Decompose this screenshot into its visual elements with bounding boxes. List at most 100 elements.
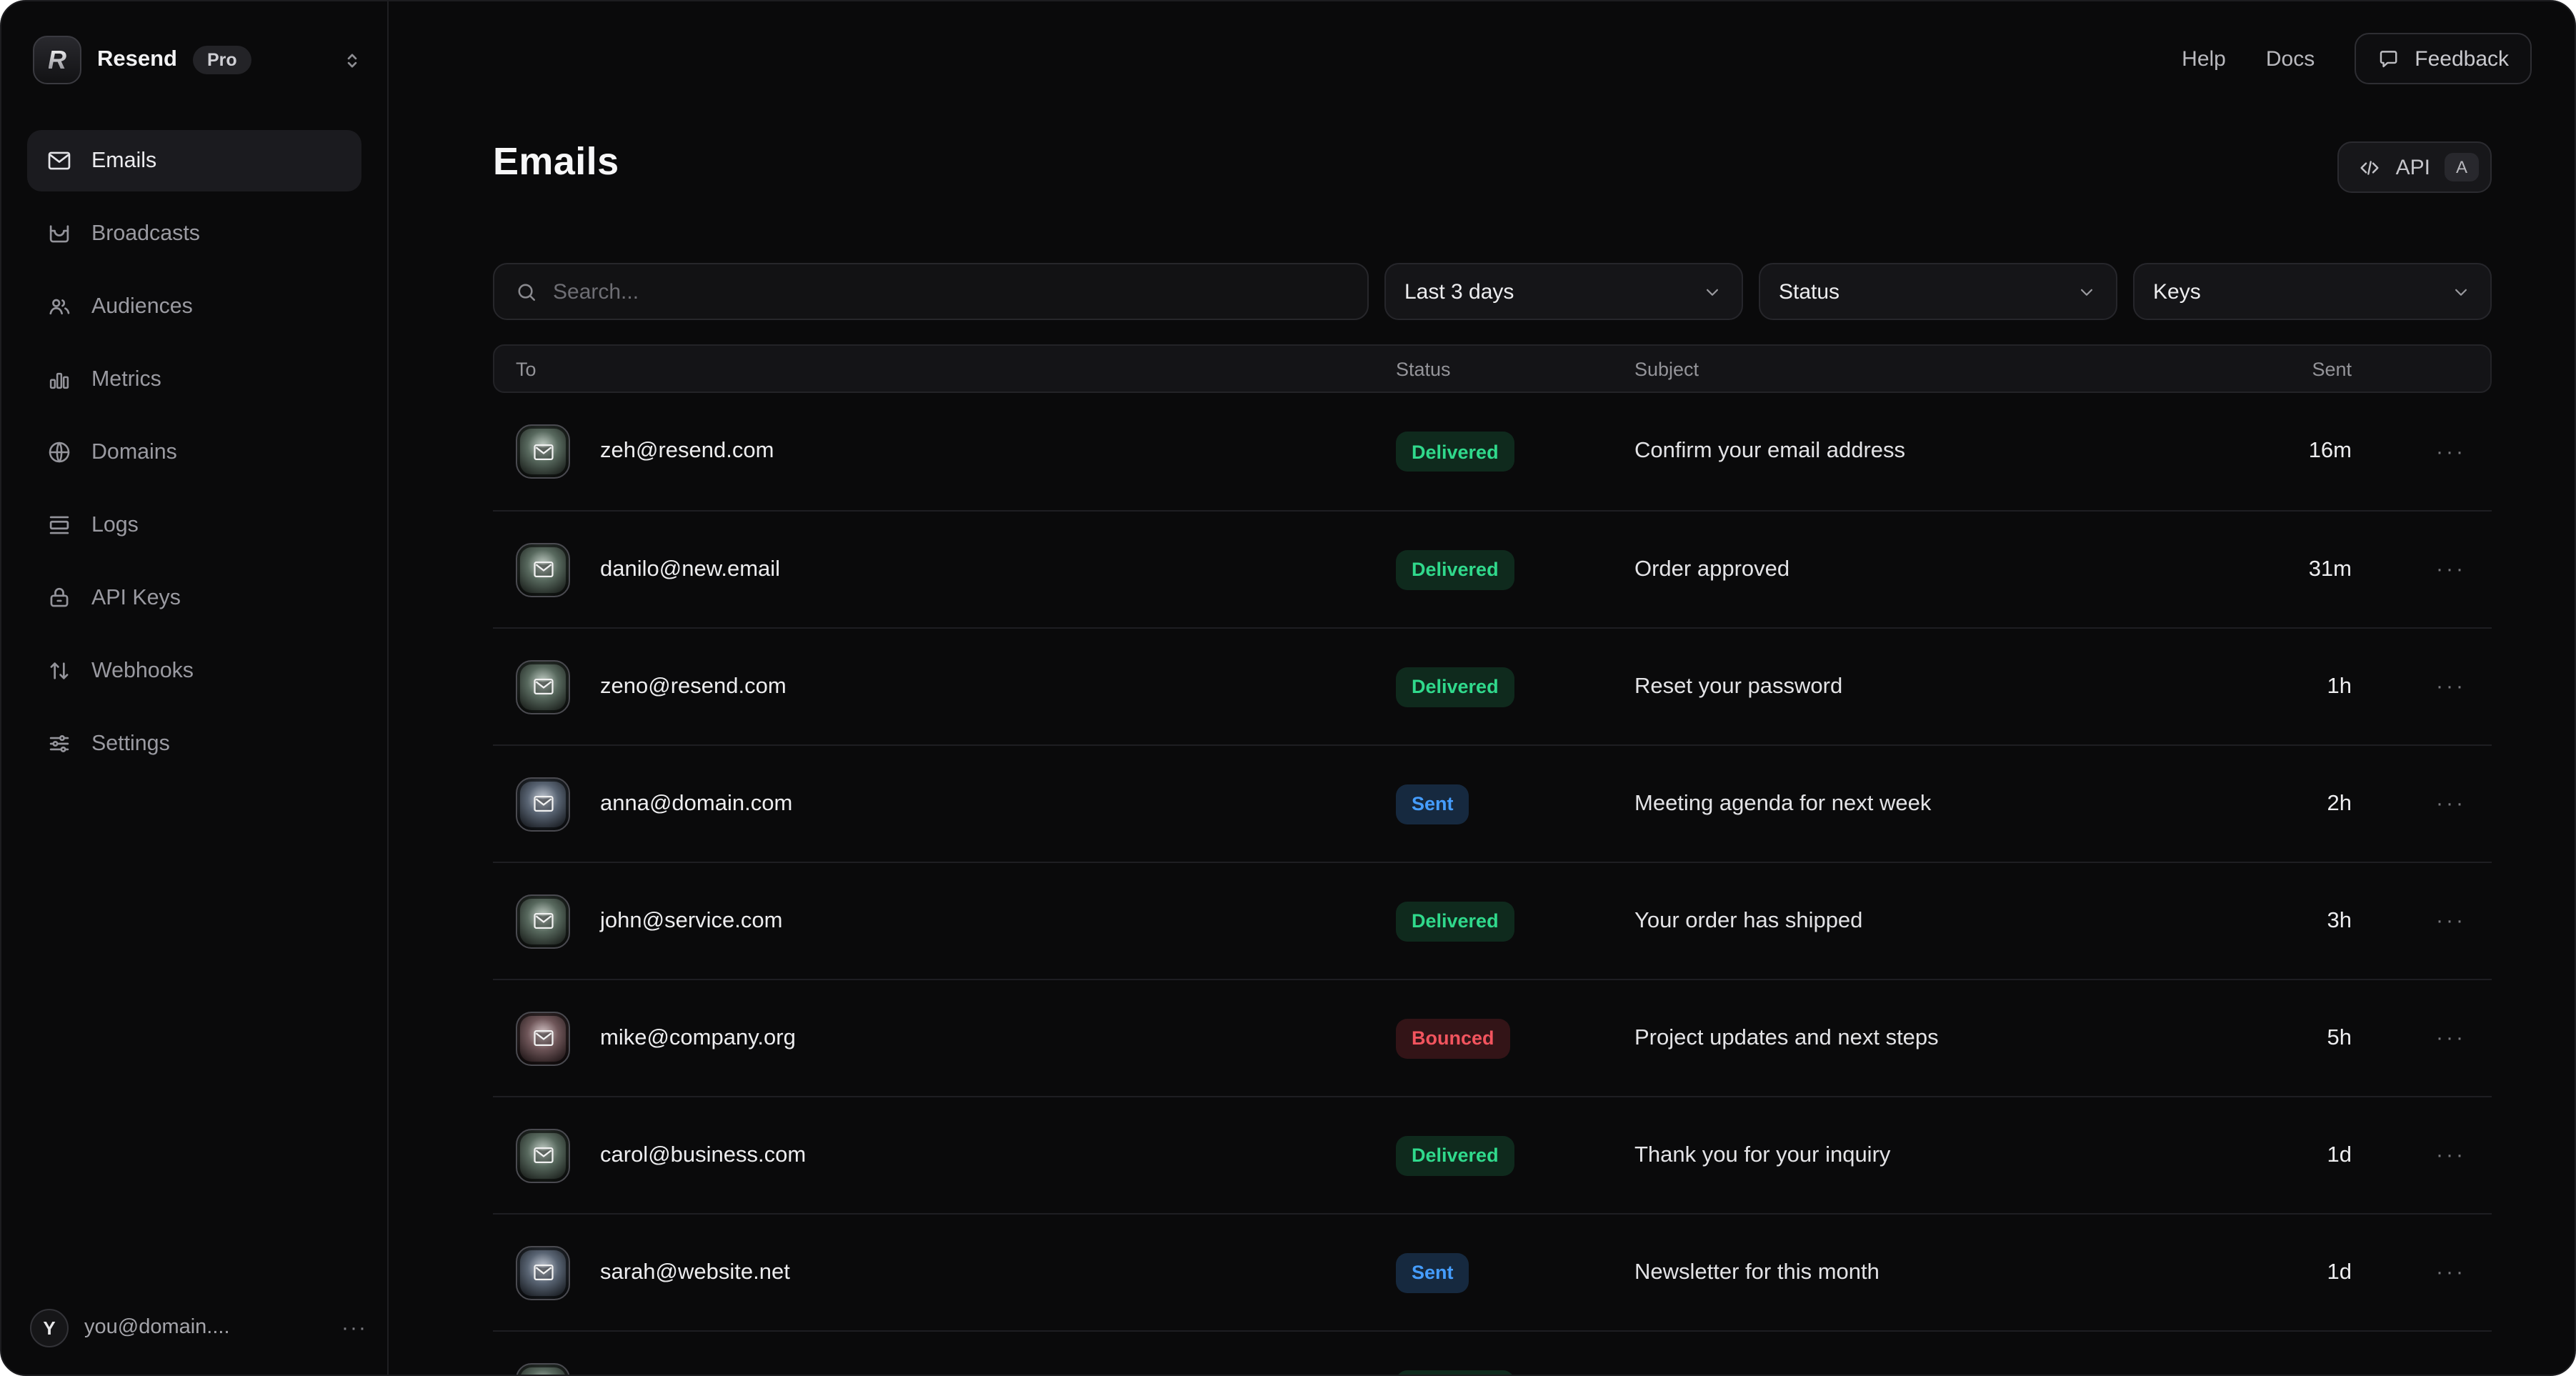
chevron-down-icon xyxy=(1702,281,1723,302)
email-subject: Your order has shipped xyxy=(1634,908,2177,934)
row-menu-ellipsis-icon[interactable]: ··· xyxy=(2352,557,2469,582)
workspace-switcher[interactable]: R Resend Pro xyxy=(33,33,364,87)
sent-time: 31m xyxy=(2177,557,2352,582)
globe-icon xyxy=(46,439,73,466)
sidebar-item-metrics[interactable]: Metrics xyxy=(27,349,361,410)
avatar: Y xyxy=(30,1308,69,1347)
topbar: Help Docs Feedback xyxy=(2182,33,2532,84)
column-header-sent: Sent xyxy=(2177,358,2352,379)
filters-bar: Last 3 days Status Keys xyxy=(493,263,2492,320)
table-header: To Status Subject Sent xyxy=(493,344,2492,393)
user-menu-ellipsis-icon[interactable]: ··· xyxy=(341,1315,367,1340)
status-badge: Delivered xyxy=(1396,901,1514,941)
chevrons-up-down-icon[interactable] xyxy=(340,48,364,72)
sidebar-item-label: Webhooks xyxy=(91,659,194,683)
email-subject: Confirm your email address xyxy=(1634,439,2177,464)
row-menu-ellipsis-icon[interactable]: ··· xyxy=(2352,439,2469,464)
table-row-partial[interactable]: Delivered xyxy=(493,1330,2492,1376)
envelope-icon xyxy=(516,1011,570,1065)
sidebar-item-settings[interactable]: Settings xyxy=(27,713,361,774)
envelope-icon xyxy=(516,1128,570,1182)
sliders-icon xyxy=(46,730,73,757)
status-badge: Delivered xyxy=(1396,667,1514,707)
sidebar-item-webhooks[interactable]: Webhooks xyxy=(27,640,361,702)
email-subject: Project updates and next steps xyxy=(1634,1025,2177,1051)
users-icon xyxy=(46,293,73,320)
user-email: you@domain.... xyxy=(84,1316,230,1339)
sidebar-item-label: Broadcasts xyxy=(91,221,200,246)
row-menu-ellipsis-icon[interactable]: ··· xyxy=(2352,674,2469,699)
envelope-icon xyxy=(516,659,570,714)
envelope-icon xyxy=(516,1362,570,1376)
table-row[interactable]: zeh@resend.com Delivered Confirm your em… xyxy=(493,393,2492,510)
recipient-email: john@service.com xyxy=(570,908,1396,934)
recipient-email: anna@domain.com xyxy=(570,791,1396,817)
column-header-status: Status xyxy=(1396,358,1634,379)
sent-time: 1d xyxy=(2177,1260,2352,1285)
email-subject: Order approved xyxy=(1634,557,2177,582)
user-account[interactable]: Y you@domain.... ··· xyxy=(30,1303,367,1352)
recipient-email: zeh@resend.com xyxy=(570,439,1396,464)
recipient-email: danilo@new.email xyxy=(570,557,1396,582)
sidebar-item-broadcasts[interactable]: Broadcasts xyxy=(27,203,361,264)
code-icon xyxy=(2357,155,2382,179)
sent-time: 1d xyxy=(2177,1142,2352,1168)
recipient-email: zeno@resend.com xyxy=(570,674,1396,699)
table-row[interactable]: zeno@resend.com Delivered Reset your pas… xyxy=(493,627,2492,744)
date-range-dropdown[interactable]: Last 3 days xyxy=(1384,263,1743,320)
plan-badge: Pro xyxy=(193,46,251,74)
sent-time: 5h xyxy=(2177,1025,2352,1051)
row-menu-ellipsis-icon[interactable]: ··· xyxy=(2352,909,2469,933)
envelope-icon xyxy=(516,1245,570,1300)
row-menu-ellipsis-icon[interactable]: ··· xyxy=(2352,792,2469,816)
table-row[interactable]: mike@company.org Bounced Project updates… xyxy=(493,979,2492,1096)
api-button[interactable]: API A xyxy=(2337,141,2492,193)
recipient-email: carol@business.com xyxy=(570,1142,1396,1168)
row-menu-ellipsis-icon[interactable]: ··· xyxy=(2352,1026,2469,1050)
sidebar-item-label: API Keys xyxy=(91,586,181,610)
search-icon xyxy=(514,279,539,304)
sidebar-item-logs[interactable]: Logs xyxy=(27,494,361,556)
status-badge: Sent xyxy=(1396,1252,1469,1292)
table-row[interactable]: danilo@new.email Delivered Order approve… xyxy=(493,510,2492,627)
column-header-subject: Subject xyxy=(1634,358,2177,379)
table-row[interactable]: sarah@website.net Sent Newsletter for th… xyxy=(493,1213,2492,1330)
row-menu-ellipsis-icon[interactable]: ··· xyxy=(2352,1260,2469,1285)
sent-time: 1h xyxy=(2177,674,2352,699)
feedback-button[interactable]: Feedback xyxy=(2355,33,2532,84)
speech-bubble-icon xyxy=(2377,46,2402,71)
status-badge: Delivered xyxy=(1396,1370,1514,1376)
search-input[interactable] xyxy=(553,279,1347,304)
sidebar-item-api-keys[interactable]: API Keys xyxy=(27,567,361,629)
email-subject: Meeting agenda for next week xyxy=(1634,791,2177,817)
status-badge: Sent xyxy=(1396,784,1469,824)
sidebar-item-audiences[interactable]: Audiences xyxy=(27,276,361,337)
sidebar-item-emails[interactable]: Emails xyxy=(27,130,361,191)
table-row[interactable]: john@service.com Delivered Your order ha… xyxy=(493,862,2492,979)
row-menu-ellipsis-icon[interactable]: ··· xyxy=(2352,1143,2469,1167)
mail-icon xyxy=(46,147,73,174)
resend-dashboard-window: R Resend Pro Emails Broadcasts Audiences xyxy=(0,0,2576,1376)
docs-link[interactable]: Docs xyxy=(2266,46,2315,71)
email-subject: Reset your password xyxy=(1634,674,2177,699)
keyboard-shortcut-badge: A xyxy=(2445,153,2479,181)
sidebar-item-domains[interactable]: Domains xyxy=(27,422,361,483)
sidebar-nav: Emails Broadcasts Audiences Metrics Doma… xyxy=(27,130,361,786)
status-dropdown[interactable]: Status xyxy=(1759,263,2117,320)
sent-time: 16m xyxy=(2177,439,2352,464)
page-title: Emails xyxy=(493,140,619,184)
table-row[interactable]: carol@business.com Delivered Thank you f… xyxy=(493,1096,2492,1213)
sidebar-item-label: Settings xyxy=(91,732,170,756)
envelope-icon xyxy=(516,777,570,831)
keys-dropdown[interactable]: Keys xyxy=(2133,263,2492,320)
logs-icon xyxy=(46,512,73,539)
envelope-icon xyxy=(516,542,570,597)
status-badge: Bounced xyxy=(1396,1018,1510,1058)
bar-chart-icon xyxy=(46,366,73,393)
help-link[interactable]: Help xyxy=(2182,46,2226,71)
table-row[interactable]: anna@domain.com Sent Meeting agenda for … xyxy=(493,744,2492,862)
sidebar-item-label: Metrics xyxy=(91,367,161,392)
resend-logo: R xyxy=(33,36,81,84)
lock-icon xyxy=(46,584,73,612)
sent-time: 3h xyxy=(2177,908,2352,934)
